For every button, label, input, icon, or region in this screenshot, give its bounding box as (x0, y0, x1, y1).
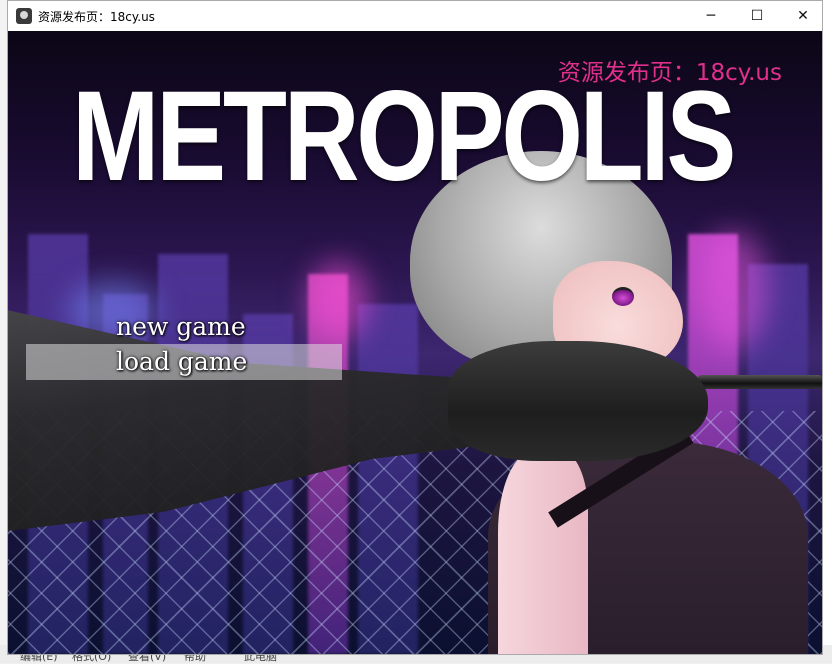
menu-load-game[interactable]: load game (116, 347, 247, 376)
minimize-icon: ─ (706, 8, 716, 24)
fence-rail (698, 375, 822, 389)
app-icon (16, 8, 32, 24)
game-window: 资源发布页：18cy.us ─ ☐ ✕ METROPOLIS 资源发布页：18c… (7, 0, 823, 655)
maximize-icon: ☐ (750, 8, 764, 24)
scarf-wrap (448, 341, 708, 461)
minimize-button[interactable]: ─ (688, 1, 734, 31)
close-icon: ✕ (797, 8, 809, 24)
watermark-text: 资源发布页：18cy.us (557, 60, 782, 86)
neon-glow (308, 261, 368, 341)
close-button[interactable]: ✕ (780, 1, 826, 31)
character-arm (498, 451, 588, 654)
character-eye (612, 287, 634, 306)
window-title: 资源发布页：18cy.us (38, 10, 155, 24)
title-bar[interactable]: 资源发布页：18cy.us ─ ☐ ✕ (8, 1, 822, 31)
maximize-button[interactable]: ☐ (734, 1, 780, 31)
game-canvas[interactable]: METROPOLIS 资源发布页：18cy.us new game load g… (8, 31, 822, 654)
menu-new-game[interactable]: new game (116, 312, 246, 341)
game-logo: METROPOLIS (72, 65, 736, 208)
neon-glow (698, 231, 768, 351)
